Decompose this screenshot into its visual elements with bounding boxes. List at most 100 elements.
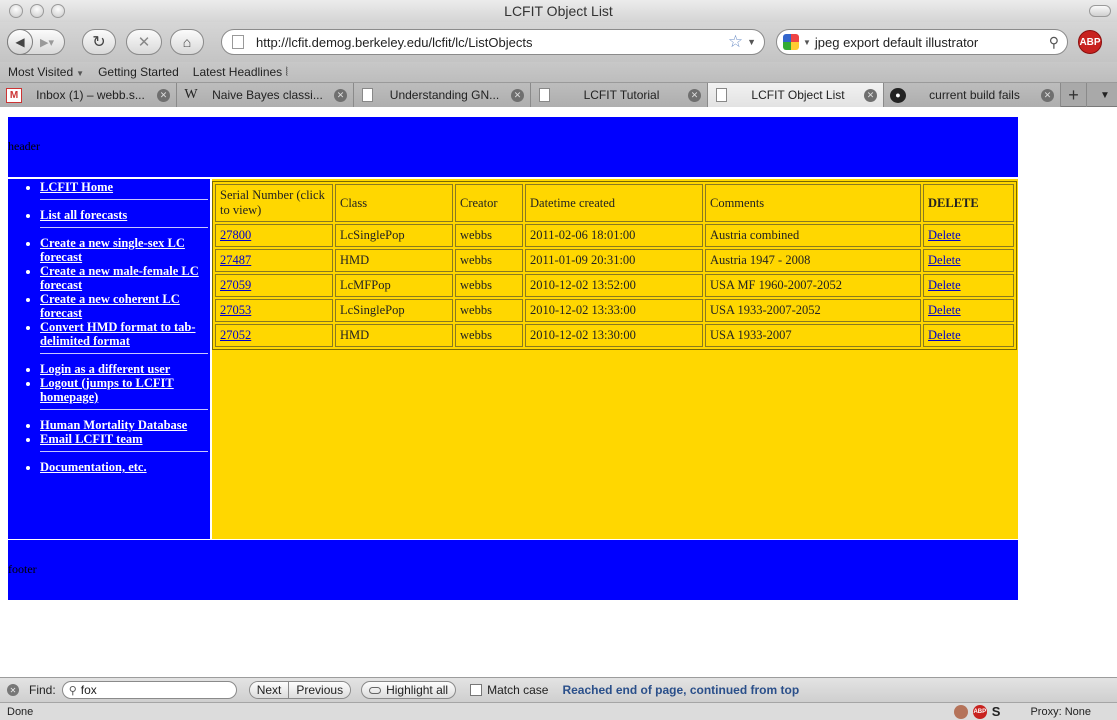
close-tab-icon[interactable]: ✕ <box>511 88 524 102</box>
url-bar[interactable]: http://lcfit.demog.berkeley.edu/lcfit/lc… <box>221 29 765 55</box>
magnifier-icon[interactable]: ⚲ <box>1049 34 1059 51</box>
home-button[interactable]: ⌂ <box>170 29 204 55</box>
rss-feed-icon: ⦚ <box>285 64 289 79</box>
gmail-icon: M <box>6 87 22 103</box>
addon-cookie-icon[interactable] <box>953 704 968 719</box>
table-row: 27487 HMD webbs 2011-01-09 20:31:00 Aust… <box>215 249 1014 272</box>
comments-cell: USA 1933-2007 <box>705 324 921 347</box>
match-case-label[interactable]: Match case <box>487 683 548 697</box>
table-row: 27052 HMD webbs 2010-12-02 13:30:00 USA … <box>215 324 1014 347</box>
sidebar-link-list-all-forecasts[interactable]: List all forecasts <box>40 208 127 222</box>
sidebar-link-coherent-forecast[interactable]: Create a new coherent LC forecast <box>40 292 180 320</box>
tab-gmail-inbox[interactable]: M Inbox (1) – webb.s... ✕ <box>0 83 177 107</box>
find-status-message: Reached end of page, continued from top <box>562 683 800 697</box>
sidebar-link-human-mortality-database[interactable]: Human Mortality Database <box>40 418 187 432</box>
serial-link[interactable]: 27052 <box>220 328 251 342</box>
delete-link[interactable]: Delete <box>928 278 961 292</box>
bookmark-getting-started[interactable]: Getting Started <box>98 65 179 79</box>
close-window-button[interactable] <box>9 4 23 18</box>
find-input[interactable]: fox <box>81 683 97 697</box>
url-history-dropdown-icon[interactable]: ▼ <box>747 37 756 47</box>
delete-cell: Delete <box>923 274 1014 297</box>
serial-link[interactable]: 27487 <box>220 253 251 267</box>
sidebar-link-documentation[interactable]: Documentation, etc. <box>40 460 147 474</box>
serial-cell: 27052 <box>215 324 333 347</box>
serial-cell: 27059 <box>215 274 333 297</box>
tab-understanding-gn[interactable]: Understanding GN... ✕ <box>354 83 531 107</box>
list-all-tabs-icon: ▼ <box>1100 89 1110 101</box>
column-header-comments: Comments <box>705 184 921 222</box>
tab-lcfit-tutorial[interactable]: LCFIT Tutorial ✕ <box>531 83 708 107</box>
find-previous-button[interactable]: Previous <box>288 682 351 698</box>
sidebar-link-convert-hmd[interactable]: Convert HMD format to tab-delimited form… <box>40 320 196 348</box>
zoom-window-button[interactable] <box>51 4 65 18</box>
match-case-checkbox[interactable] <box>470 684 483 696</box>
serial-link[interactable]: 27053 <box>220 303 251 317</box>
back-button[interactable]: ◀ <box>7 29 33 55</box>
close-tab-icon[interactable]: ✕ <box>334 88 347 102</box>
close-tab-icon[interactable]: ✕ <box>864 88 877 102</box>
new-tab-button[interactable]: + <box>1061 83 1087 107</box>
serial-link[interactable]: 27059 <box>220 278 251 292</box>
close-tab-icon[interactable]: ✕ <box>688 88 701 102</box>
adblock-plus-icon[interactable]: ABP <box>1078 30 1102 54</box>
sidebar-link-logout[interactable]: Logout (jumps to LCFIT homepage) <box>40 376 174 404</box>
class-cell: HMD <box>335 249 453 272</box>
sync-s-icon[interactable]: S <box>992 704 1001 719</box>
sidebar-group: List all forecasts <box>8 207 210 222</box>
page-header: header <box>8 117 1018 177</box>
tab-lcfit-object-list[interactable]: LCFIT Object List ✕ <box>707 83 884 107</box>
bookmark-most-visited[interactable]: Most Visited ▼ <box>8 65 84 79</box>
window-title: LCFIT Object List <box>504 3 613 19</box>
sidebar-link-male-female-forecast[interactable]: Create a new male-female LC forecast <box>40 264 199 292</box>
tab-list-button[interactable]: ▼ <box>1093 83 1117 107</box>
bookmarks-toolbar: Most Visited ▼ Getting Started Latest Hea… <box>0 62 1117 83</box>
stop-button[interactable]: ✕ <box>126 29 162 55</box>
delete-link[interactable]: Delete <box>928 253 961 267</box>
delete-cell: Delete <box>923 299 1014 322</box>
forward-button[interactable]: ▶▾ <box>40 36 54 49</box>
minimize-window-button[interactable] <box>30 4 44 18</box>
close-find-bar-icon[interactable]: ✕ <box>7 684 19 696</box>
bookmark-star-icon[interactable]: ☆ <box>728 32 743 52</box>
highlight-all-button[interactable]: Highlight all <box>361 681 457 699</box>
window-controls <box>9 4 65 18</box>
delete-cell: Delete <box>923 249 1014 272</box>
delete-link[interactable]: Delete <box>928 303 961 317</box>
search-bar[interactable]: ▼ jpeg export default illustrator ⚲ <box>776 29 1068 55</box>
close-tab-icon[interactable]: ✕ <box>157 88 170 102</box>
bookmark-latest-headlines[interactable]: Latest Headlines ⦚ <box>193 65 288 80</box>
url-text[interactable]: http://lcfit.demog.berkeley.edu/lcfit/lc… <box>256 35 728 50</box>
tab-label: current build fails <box>929 88 1020 102</box>
reload-icon: ↻ <box>92 34 106 51</box>
find-next-button[interactable]: Next <box>249 682 289 698</box>
sidebar-link-lcfit-home[interactable]: LCFIT Home <box>40 180 113 194</box>
adblock-status-icon[interactable]: ABP <box>972 704 987 719</box>
proxy-status[interactable]: Proxy: None <box>1030 706 1091 718</box>
page-footer: footer <box>8 540 1018 600</box>
close-tab-icon[interactable]: ✕ <box>1041 88 1054 102</box>
sidebar-link-single-sex-forecast[interactable]: Create a new single-sex LC forecast <box>40 236 185 264</box>
creator-cell: webbs <box>455 299 523 322</box>
page-content: header LCFIT Home List all forecasts Cre… <box>0 108 1117 675</box>
sidebar-divider <box>40 199 208 200</box>
main-panel: Serial Number (click to view) Class Crea… <box>212 179 1018 539</box>
tab-label: Understanding GN... <box>389 88 500 102</box>
find-field[interactable]: ⚲ fox <box>61 681 237 699</box>
serial-link[interactable]: 27800 <box>220 228 251 242</box>
toolbar-toggle-button[interactable] <box>1089 5 1111 17</box>
reload-button[interactable]: ↻ <box>82 29 116 55</box>
tab-current-build-fails[interactable]: ● current build fails ✕ <box>884 83 1061 107</box>
sidebar-group: LCFIT Home <box>8 179 210 194</box>
creator-cell: webbs <box>455 224 523 247</box>
search-input[interactable]: jpeg export default illustrator <box>815 35 1049 50</box>
search-engine-dropdown-icon[interactable]: ▼ <box>803 38 811 47</box>
google-icon[interactable] <box>783 34 799 50</box>
sidebar-link-email-team[interactable]: Email LCFIT team <box>40 432 143 446</box>
delete-link[interactable]: Delete <box>928 228 961 242</box>
sidebar-link-login-different-user[interactable]: Login as a different user <box>40 362 170 376</box>
tab-naive-bayes[interactable]: W Naive Bayes classi... ✕ <box>177 83 354 107</box>
creator-cell: webbs <box>455 274 523 297</box>
plus-icon: + <box>1068 84 1079 105</box>
delete-link[interactable]: Delete <box>928 328 961 342</box>
